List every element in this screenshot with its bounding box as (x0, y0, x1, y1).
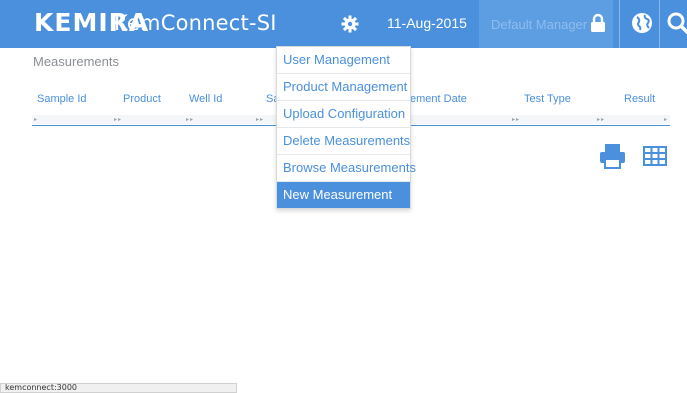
sort-indicator[interactable]: ▸▸ (512, 116, 520, 123)
print-icon[interactable] (599, 143, 626, 169)
menu-item-delete-measurements[interactable]: Delete Measurements (277, 128, 410, 155)
navbar-divider (619, 0, 620, 48)
navbar-divider (659, 0, 660, 48)
grid-icon[interactable] (643, 146, 667, 166)
menu-item-new-measurement[interactable]: New Measurement (277, 182, 410, 208)
menu-item-browse-measurements[interactable]: Browse Measurements (277, 155, 416, 182)
column-header-test-type[interactable]: Test Type (524, 93, 571, 105)
settings-dropdown-menu: User Management Product Management Uploa… (276, 46, 416, 209)
globe-icon[interactable] (631, 12, 653, 34)
column-header-sample-id[interactable]: Sample Id (37, 93, 87, 105)
column-header-measurement-date[interactable]: ement Date (410, 93, 467, 105)
current-date: 11-Aug-2015 (387, 15, 467, 31)
menu-item-product-management[interactable]: Product Management (277, 74, 410, 101)
column-header-result[interactable]: Result (624, 93, 655, 105)
lock-icon[interactable] (590, 13, 606, 33)
top-navbar: KEMIRA KemConnect-SI 11-Aug-2015 (0, 0, 687, 48)
page-title: Measurements (33, 54, 119, 69)
sort-indicator[interactable]: ▸▸ (186, 116, 194, 123)
gear-icon[interactable] (340, 14, 360, 34)
browser-status-bar: kemconnect:3000 (0, 383, 237, 393)
column-header-well-id[interactable]: Well Id (189, 93, 222, 105)
status-url: kemconnect:3000 (5, 383, 78, 392)
search-icon[interactable] (667, 12, 687, 34)
sort-indicator[interactable]: ▸▸ (597, 116, 605, 123)
app-name: KemConnect-SI (114, 11, 277, 35)
column-header-product[interactable]: Product (123, 93, 161, 105)
sort-indicator[interactable]: ▸ (664, 116, 668, 123)
menu-item-user-management[interactable]: User Management (277, 47, 410, 74)
menu-item-upload-configuration[interactable]: Upload Configuration (277, 101, 410, 128)
sort-indicator[interactable]: ▸▸ (256, 116, 264, 123)
sort-indicator[interactable]: ▸▸ (114, 116, 122, 123)
sort-indicator[interactable]: ▸ (34, 116, 38, 123)
